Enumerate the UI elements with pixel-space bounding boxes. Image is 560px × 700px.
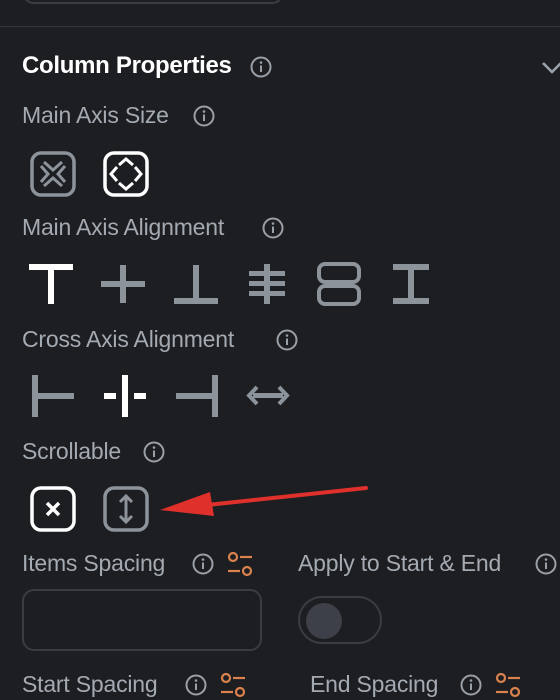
main-axis-size-min-icon[interactable] bbox=[30, 151, 76, 197]
cross-axis-stretch-icon[interactable] bbox=[245, 373, 291, 419]
main-axis-space-around-icon[interactable] bbox=[316, 261, 362, 307]
start-spacing-label: Start Spacing bbox=[22, 671, 158, 697]
apply-start-end-toggle[interactable] bbox=[298, 596, 382, 644]
main-axis-center-icon[interactable] bbox=[100, 261, 146, 307]
info-icon[interactable] bbox=[185, 674, 207, 696]
scrollable-icon[interactable] bbox=[103, 486, 149, 532]
variable-settings-icon[interactable] bbox=[226, 551, 254, 579]
info-icon[interactable] bbox=[143, 441, 165, 463]
previous-field-input[interactable] bbox=[22, 0, 284, 4]
info-icon[interactable] bbox=[250, 56, 272, 78]
collapse-chevron-icon[interactable] bbox=[540, 58, 560, 78]
main-axis-space-between-icon[interactable] bbox=[244, 261, 290, 307]
info-icon[interactable] bbox=[535, 553, 557, 575]
info-icon[interactable] bbox=[460, 674, 482, 696]
cross-axis-alignment-label: Cross Axis Alignment bbox=[22, 326, 235, 352]
section-title: Column Properties bbox=[22, 52, 232, 79]
items-spacing-input[interactable] bbox=[22, 589, 262, 651]
cross-axis-center-icon[interactable] bbox=[102, 373, 148, 419]
annotation-arrow-icon bbox=[160, 486, 368, 516]
info-icon[interactable] bbox=[262, 217, 284, 239]
info-icon[interactable] bbox=[192, 553, 214, 575]
variable-settings-icon[interactable] bbox=[219, 672, 247, 700]
apply-start-end-label: Apply to Start & End bbox=[298, 550, 502, 576]
main-axis-alignment-label: Main Axis Alignment bbox=[22, 214, 225, 240]
main-axis-end-icon[interactable] bbox=[173, 261, 219, 307]
end-spacing-label: End Spacing bbox=[310, 671, 439, 697]
not-scrollable-icon[interactable] bbox=[30, 486, 76, 532]
variable-settings-icon[interactable] bbox=[494, 672, 522, 700]
info-icon[interactable] bbox=[276, 329, 298, 351]
toggle-knob bbox=[306, 603, 342, 639]
scrollable-label: Scrollable bbox=[22, 438, 121, 464]
main-axis-size-label: Main Axis Size bbox=[22, 102, 169, 128]
info-icon[interactable] bbox=[193, 105, 215, 127]
cross-axis-start-icon[interactable] bbox=[30, 373, 76, 419]
cross-axis-end-icon[interactable] bbox=[174, 373, 220, 419]
main-axis-size-max-icon[interactable] bbox=[103, 151, 149, 197]
section-divider bbox=[0, 26, 560, 27]
items-spacing-label: Items Spacing bbox=[22, 550, 166, 576]
main-axis-space-evenly-icon[interactable] bbox=[388, 261, 434, 307]
main-axis-start-icon[interactable] bbox=[28, 261, 74, 307]
